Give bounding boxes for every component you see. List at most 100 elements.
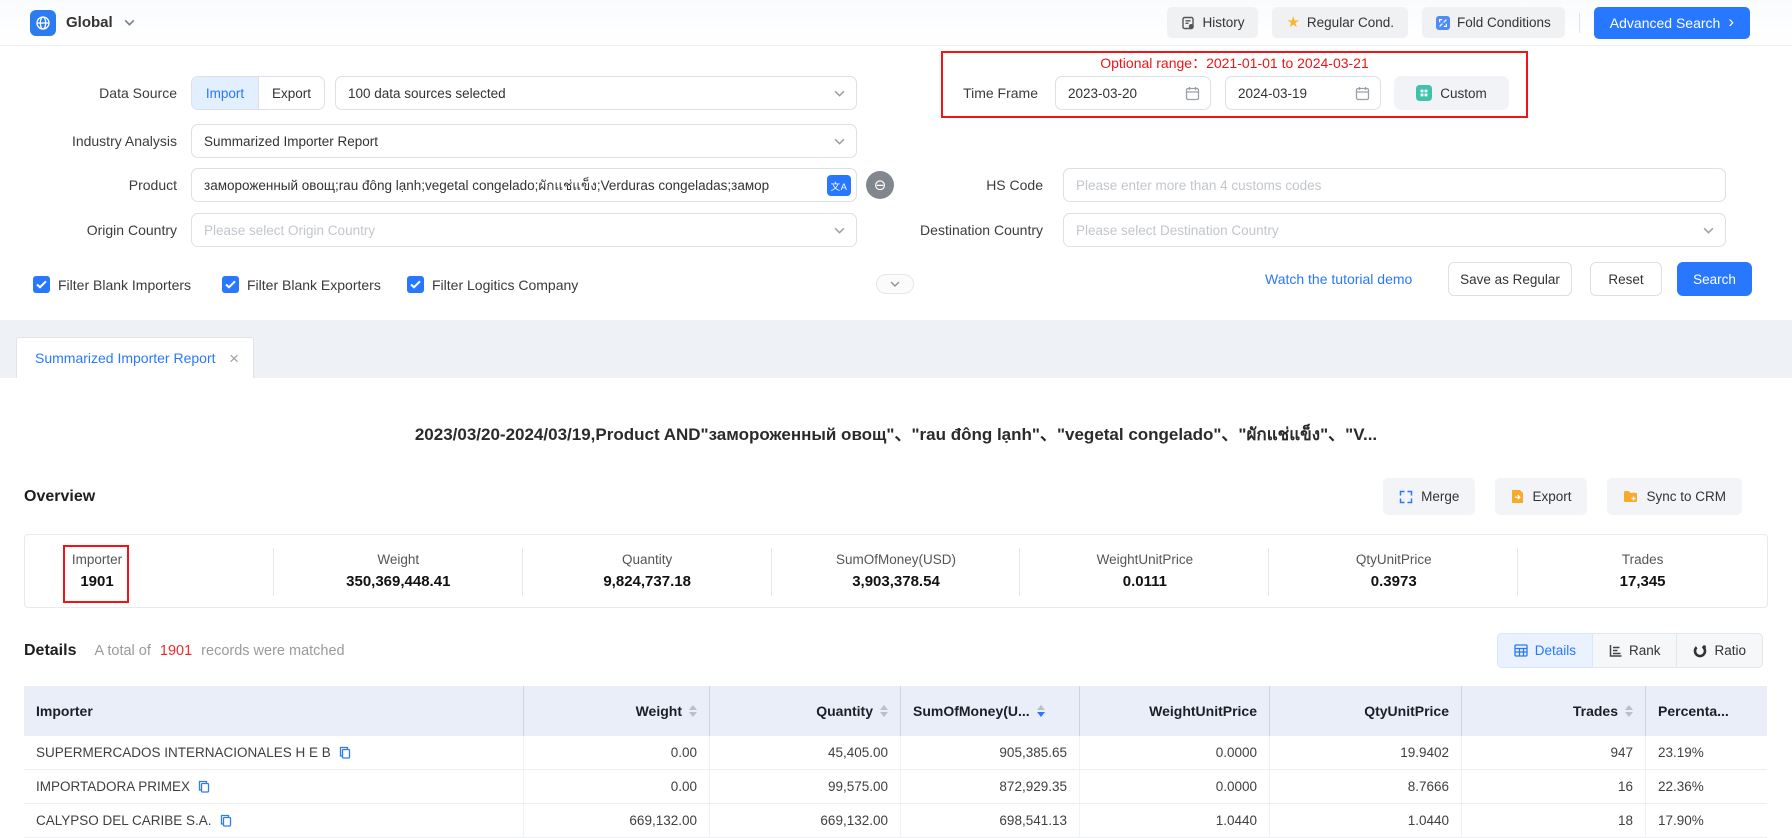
sync-to-crm-label: Sync to CRM [1646,489,1726,504]
stat-value: 9,824,737.18 [603,573,691,590]
importer-link[interactable]: SUPERMERCADOS INTERNACIONALES H E B [24,736,524,769]
match-mode-icon[interactable]: ⊖ [866,171,894,199]
sort-icon[interactable] [880,705,888,717]
report-title: 2023/03/20-2024/03/19,Product AND"заморо… [0,420,1792,442]
reset-button[interactable]: Reset [1590,262,1662,296]
view-ratio-label: Ratio [1714,643,1746,658]
product-label: Product [27,168,177,202]
destination-country-select[interactable]: Please select Destination Country [1063,213,1726,247]
col-header-trades[interactable]: Trades [1462,686,1646,736]
calendar-icon [1355,86,1380,101]
advanced-search-button[interactable]: Advanced Search › [1594,7,1750,39]
chevron-down-icon [889,278,901,290]
search-button[interactable]: Search [1677,262,1752,296]
optional-range-note: Optional range：2021-01-01 to 2024-03-21 [941,53,1528,73]
search-form: Data Source Import Export 100 data sourc… [0,46,1792,320]
regular-cond-button[interactable]: ★ Regular Cond. [1272,7,1408,38]
calendar-icon [1185,86,1210,101]
export-button[interactable]: Export [1495,478,1587,515]
sort-icon[interactable] [1625,705,1633,717]
chevron-down-icon [1702,224,1725,237]
custom-range-icon [1416,85,1432,101]
region-selector[interactable]: Global [30,10,136,36]
importer-link[interactable]: IMPORTADORA PRIMEX [24,770,524,803]
import-toggle[interactable]: Import [192,77,258,109]
export-toggle[interactable]: Export [258,77,324,109]
col-header-label: WeightUnitPrice [1149,703,1257,719]
save-as-regular-button[interactable]: Save as Regular [1448,262,1572,296]
chevron-down-icon [833,135,856,148]
stat-quantity: Quantity 9,824,737.18 [523,535,772,607]
stat-value: 0.3973 [1371,573,1417,590]
industry-analysis-value: Summarized Importer Report [192,134,378,149]
weight-unit-price-cell: 0.0000 [1080,736,1270,769]
custom-range-button[interactable]: Custom [1394,76,1509,110]
tutorial-link[interactable]: Watch the tutorial demo [1265,262,1412,296]
copy-icon[interactable] [339,746,351,759]
stat-value: 3,903,378.54 [852,573,940,590]
region-label: Global [66,14,113,31]
quantity-cell: 669,132.00 [710,804,901,837]
sum-cell: 905,385.65 [901,736,1080,769]
merge-button[interactable]: Merge [1383,478,1475,515]
table-row: CALYPSO DEL CARIBE S.A. 669,132.00 669,1… [24,804,1767,838]
trades-cell: 947 [1462,736,1646,769]
col-header-label: QtyUnitPrice [1364,703,1449,719]
sort-desc-icon[interactable] [1037,705,1045,717]
export-icon [1511,489,1524,504]
close-icon[interactable]: × [229,350,239,367]
filter-blank-importers-checkbox[interactable]: Filter Blank Importers [33,276,191,293]
filter-label: Filter Blank Importers [58,277,191,293]
stat-value: 1901 [80,573,113,590]
translate-icon[interactable]: 文A [827,175,851,196]
filter-blank-exporters-checkbox[interactable]: Filter Blank Exporters [222,276,381,293]
history-icon [1181,16,1195,30]
view-rank-button[interactable]: Rank [1593,633,1678,668]
stat-value: 17,345 [1620,573,1666,590]
copy-icon[interactable] [220,814,232,827]
history-button[interactable]: History [1167,7,1258,38]
col-header-quantity[interactable]: Quantity [710,686,901,736]
fold-conditions-label: Fold Conditions [1457,15,1551,30]
chevron-down-icon [833,87,856,100]
export-label: Export [1532,489,1571,504]
copy-icon[interactable] [198,780,210,793]
percentage-cell: 17.90% [1646,804,1767,837]
overview-actions: Merge Export Sync to CRM [1383,478,1742,515]
weight-unit-price-cell: 0.0000 [1080,770,1270,803]
data-sources-select[interactable]: 100 data sources selected [335,76,857,110]
industry-analysis-select[interactable]: Summarized Importer Report [191,124,857,158]
filter-logitics-company-checkbox[interactable]: Filter Logitics Company [407,276,578,293]
importer-link[interactable]: CALYPSO DEL CARIBE S.A. [24,804,524,837]
origin-country-select[interactable]: Please select Origin Country [191,213,857,247]
fold-conditions-button[interactable]: Fold Conditions [1422,7,1565,38]
col-header-label: Weight [636,703,682,719]
stat-label: SumOfMoney(USD) [836,552,956,567]
data-sources-value: 100 data sources selected [336,86,506,101]
stat-weight: Weight 350,369,448.41 [274,535,523,607]
start-date-input[interactable]: 2023-03-20 [1055,76,1211,110]
tab-summarized-importer-report[interactable]: Summarized Importer Report × [16,337,254,378]
col-header-weight[interactable]: Weight [524,686,710,736]
sort-icon[interactable] [689,705,697,717]
weight-cell: 669,132.00 [524,804,710,837]
view-ratio-button[interactable]: Ratio [1677,633,1763,668]
col-header-label: SumOfMoney(U... [913,703,1030,719]
overview-stats-card: Importer 1901 Weight 350,369,448.41 Quan… [24,534,1768,608]
collapse-form-button[interactable] [876,274,914,294]
importer-name: SUPERMERCADOS INTERNACIONALES H E B [36,745,331,760]
hs-code-input[interactable]: Please enter more than 4 customs codes [1063,168,1726,202]
summary-count: 1901 [160,643,192,659]
end-date-input[interactable]: 2024-03-19 [1225,76,1381,110]
history-label: History [1202,15,1244,30]
industry-analysis-label: Industry Analysis [27,124,177,158]
view-details-button[interactable]: Details [1497,633,1593,668]
table-header-row: Importer Weight Quantity SumOfMoney(U...… [24,686,1767,736]
view-switcher: Details Rank Ratio [1497,633,1763,668]
table-row: SUPERMERCADOS INTERNACIONALES H E B 0.00… [24,736,1767,770]
product-input[interactable]: замороженный овощ;rau đông lạnh;vegetal … [191,168,857,202]
sync-to-crm-button[interactable]: Sync to CRM [1607,478,1742,515]
start-date-value: 2023-03-20 [1056,86,1137,101]
col-header-sum-of-money[interactable]: SumOfMoney(U... [901,686,1080,736]
col-header-label: Quantity [816,703,873,719]
